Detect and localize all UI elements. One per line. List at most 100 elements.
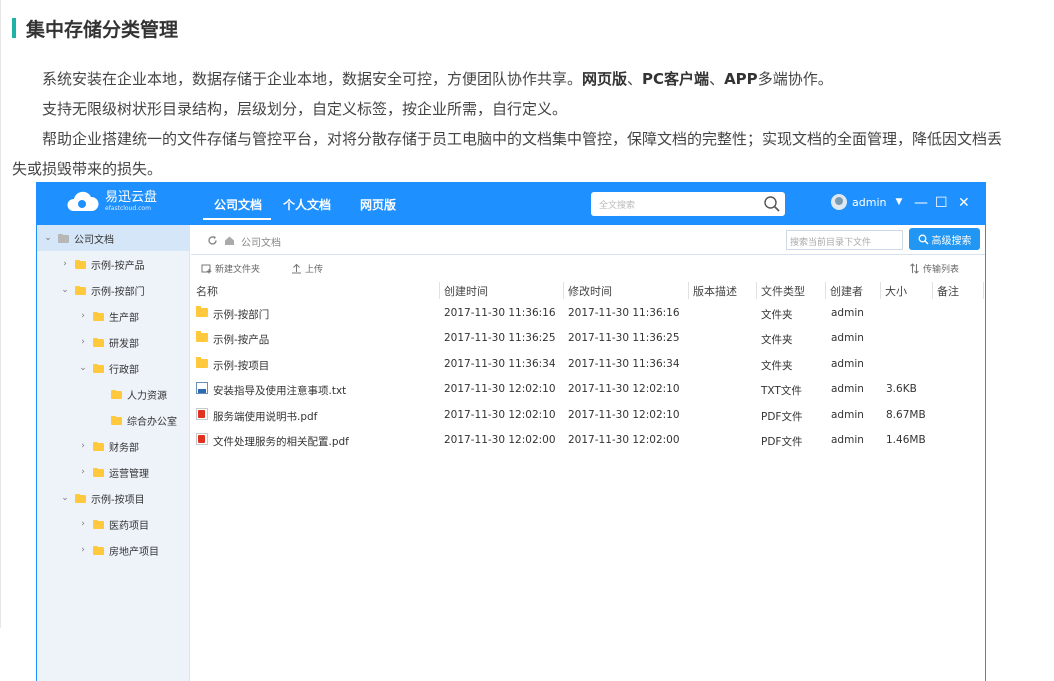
chevron-right-icon[interactable]: › [78, 545, 88, 555]
column-header-modified[interactable]: 修改时间 [568, 283, 612, 299]
column-header-created[interactable]: 创建时间 [444, 283, 488, 299]
brand-name: 易迅云盘 [105, 190, 158, 205]
transfer-icon [910, 263, 919, 274]
chevron-right-icon[interactable]: › [78, 519, 88, 529]
minimize-icon[interactable]: — [914, 195, 928, 211]
chevron-right-icon[interactable]: › [78, 441, 88, 451]
advanced-search-button[interactable]: 高级搜索 [909, 228, 980, 250]
creator: admin [831, 307, 864, 319]
file-type: 文件夹 [761, 309, 793, 321]
column-header-size[interactable]: 大小 [885, 283, 907, 299]
directory-search-input[interactable]: 搜索当前目录下文件 [786, 230, 903, 250]
file-name[interactable]: 文件处理服务的相关配置.pdf [213, 434, 349, 449]
tree-item-production[interactable]: › 生产部 [37, 303, 190, 329]
tree-item-company-docs[interactable]: ⌄ 公司文档 [37, 225, 190, 251]
table-row[interactable]: 示例-按部门 2017-11-30 11:36:16 2017-11-30 11… [191, 301, 985, 326]
chevron-right-icon[interactable]: › [78, 467, 88, 477]
intro-p1-sep: 、 [709, 70, 725, 88]
modified-time: 2017-11-30 11:36:34 [568, 358, 680, 370]
column-divider[interactable] [932, 282, 933, 299]
column-header-version[interactable]: 版本描述 [693, 283, 737, 299]
chevron-down-icon[interactable]: ⌄ [60, 493, 70, 503]
chevron-right-icon[interactable]: › [78, 337, 88, 347]
upload-button[interactable]: 上传 [291, 262, 323, 275]
file-name[interactable]: 示例-按项目 [213, 358, 269, 373]
tree-item-by-department[interactable]: ⌄ 示例-按部门 [37, 277, 190, 303]
file-type: TXT文件 [761, 385, 802, 397]
tree-item-label: 人力资源 [127, 390, 167, 402]
folder-icon [75, 493, 86, 503]
folder-icon [93, 311, 104, 321]
tree-item-pharma-project[interactable]: › 医药项目 [37, 511, 190, 537]
brand-logo[interactable]: 易迅云盘 efastcloud.com [65, 191, 157, 213]
column-header-type[interactable]: 文件类型 [761, 283, 805, 299]
file-name[interactable]: 安装指导及使用注意事项.txt [213, 383, 346, 398]
column-divider[interactable] [688, 282, 689, 299]
new-folder-button[interactable]: 新建文件夹 [201, 262, 260, 275]
created-time: 2017-11-30 11:36:16 [444, 307, 556, 319]
file-size: 8.67MB [886, 409, 926, 421]
file-content-pane: 公司文档 搜索当前目录下文件 高级搜索 新建文件夹 上传 传输列表 名称 创建时… [191, 225, 985, 681]
file-name[interactable]: 示例-按部门 [213, 307, 269, 322]
chevron-down-icon[interactable]: ⌄ [78, 363, 88, 373]
table-row[interactable]: 服务端使用说明书.pdf 2017-11-30 12:02:10 2017-11… [191, 403, 985, 428]
breadcrumb-current[interactable]: 公司文档 [241, 234, 281, 249]
chevron-right-icon[interactable]: › [60, 259, 70, 269]
column-divider[interactable] [880, 282, 881, 299]
fulltext-search-input[interactable]: 全文搜索 [591, 192, 785, 216]
refresh-icon[interactable] [207, 235, 218, 249]
title-accent-bar [12, 18, 16, 38]
tree-item-finance[interactable]: › 财务部 [37, 433, 190, 459]
modified-time: 2017-11-30 11:36:25 [568, 332, 680, 344]
intro-p1-app: APP [724, 70, 758, 88]
chevron-down-icon[interactable]: ⌄ [60, 285, 70, 295]
transfer-list-button[interactable]: 传输列表 [909, 262, 959, 275]
section-title: 集中存储分类管理 [12, 16, 178, 41]
folder-icon [58, 233, 69, 243]
tree-item-rnd[interactable]: › 研发部 [37, 329, 190, 355]
tree-item-hr[interactable]: 人力资源 [37, 381, 190, 407]
table-row[interactable]: 示例-按项目 2017-11-30 11:36:34 2017-11-30 11… [191, 352, 985, 377]
table-row[interactable]: 安装指导及使用注意事项.txt 2017-11-30 12:02:10 2017… [191, 377, 985, 402]
user-menu[interactable]: admin ▼ [831, 194, 902, 210]
tree-item-by-project[interactable]: ⌄ 示例-按项目 [37, 485, 190, 511]
column-header-name[interactable]: 名称 [196, 283, 218, 299]
search-icon[interactable] [763, 195, 781, 217]
maximize-icon[interactable]: ☐ [935, 195, 948, 211]
created-time: 2017-11-30 12:02:00 [444, 434, 556, 446]
creator: admin [831, 409, 864, 421]
tree-item-label: 医药项目 [109, 520, 149, 532]
tab-company-docs[interactable]: 公司文档 [214, 196, 262, 213]
tree-item-general-office[interactable]: 综合办公室 [37, 407, 190, 433]
column-divider[interactable] [983, 282, 984, 299]
dropdown-arrow-icon[interactable]: ▼ [895, 197, 902, 207]
creator: admin [831, 434, 864, 446]
brand-domain: efastcloud.com [105, 205, 151, 212]
tree-item-admin[interactable]: ⌄ 行政部 [37, 355, 190, 381]
tree-item-realestate-project[interactable]: › 房地产项目 [37, 537, 190, 563]
table-row[interactable]: 文件处理服务的相关配置.pdf 2017-11-30 12:02:00 2017… [191, 428, 985, 453]
tab-personal-docs[interactable]: 个人文档 [283, 196, 331, 213]
file-name[interactable]: 服务端使用说明书.pdf [213, 409, 317, 424]
column-divider[interactable] [439, 282, 440, 299]
column-divider[interactable] [563, 282, 564, 299]
file-type: 文件夹 [761, 334, 793, 346]
tree-item-by-product[interactable]: › 示例-按产品 [37, 251, 190, 277]
tree-item-label: 财务部 [109, 442, 139, 454]
chevron-down-icon[interactable]: ⌄ [43, 233, 53, 243]
column-divider[interactable] [825, 282, 826, 299]
column-header-note[interactable]: 备注 [937, 283, 959, 299]
tree-item-label: 公司文档 [74, 234, 114, 246]
close-icon[interactable]: ✕ [958, 195, 970, 211]
file-name[interactable]: 示例-按产品 [213, 332, 269, 347]
table-row[interactable]: 示例-按产品 2017-11-30 11:36:25 2017-11-30 11… [191, 326, 985, 351]
home-icon[interactable] [224, 235, 235, 249]
file-table-header: 名称 创建时间 修改时间 版本描述 文件类型 创建者 大小 备注 [191, 280, 985, 300]
folder-icon [75, 285, 86, 295]
chevron-right-icon[interactable]: › [78, 311, 88, 321]
tree-item-label: 行政部 [109, 364, 139, 376]
tab-web-version[interactable]: 网页版 [360, 196, 396, 213]
tree-item-operations[interactable]: › 运营管理 [37, 459, 190, 485]
column-divider[interactable] [756, 282, 757, 299]
column-header-creator[interactable]: 创建者 [830, 283, 863, 299]
